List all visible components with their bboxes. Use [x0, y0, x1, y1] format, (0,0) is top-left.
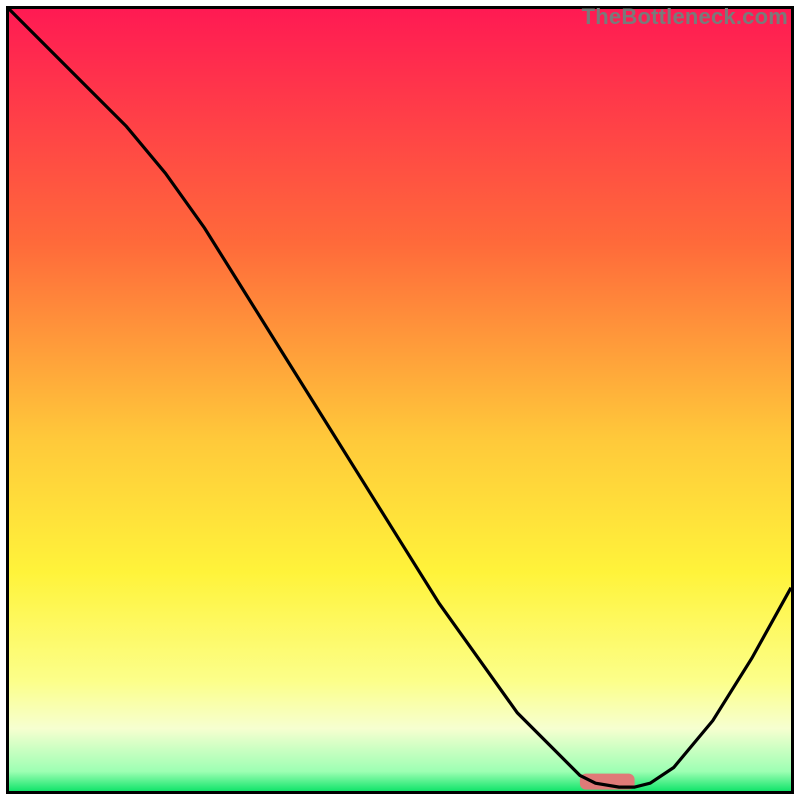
watermark-text: TheBottleneck.com	[582, 4, 788, 30]
bottleneck-chart	[9, 9, 791, 791]
